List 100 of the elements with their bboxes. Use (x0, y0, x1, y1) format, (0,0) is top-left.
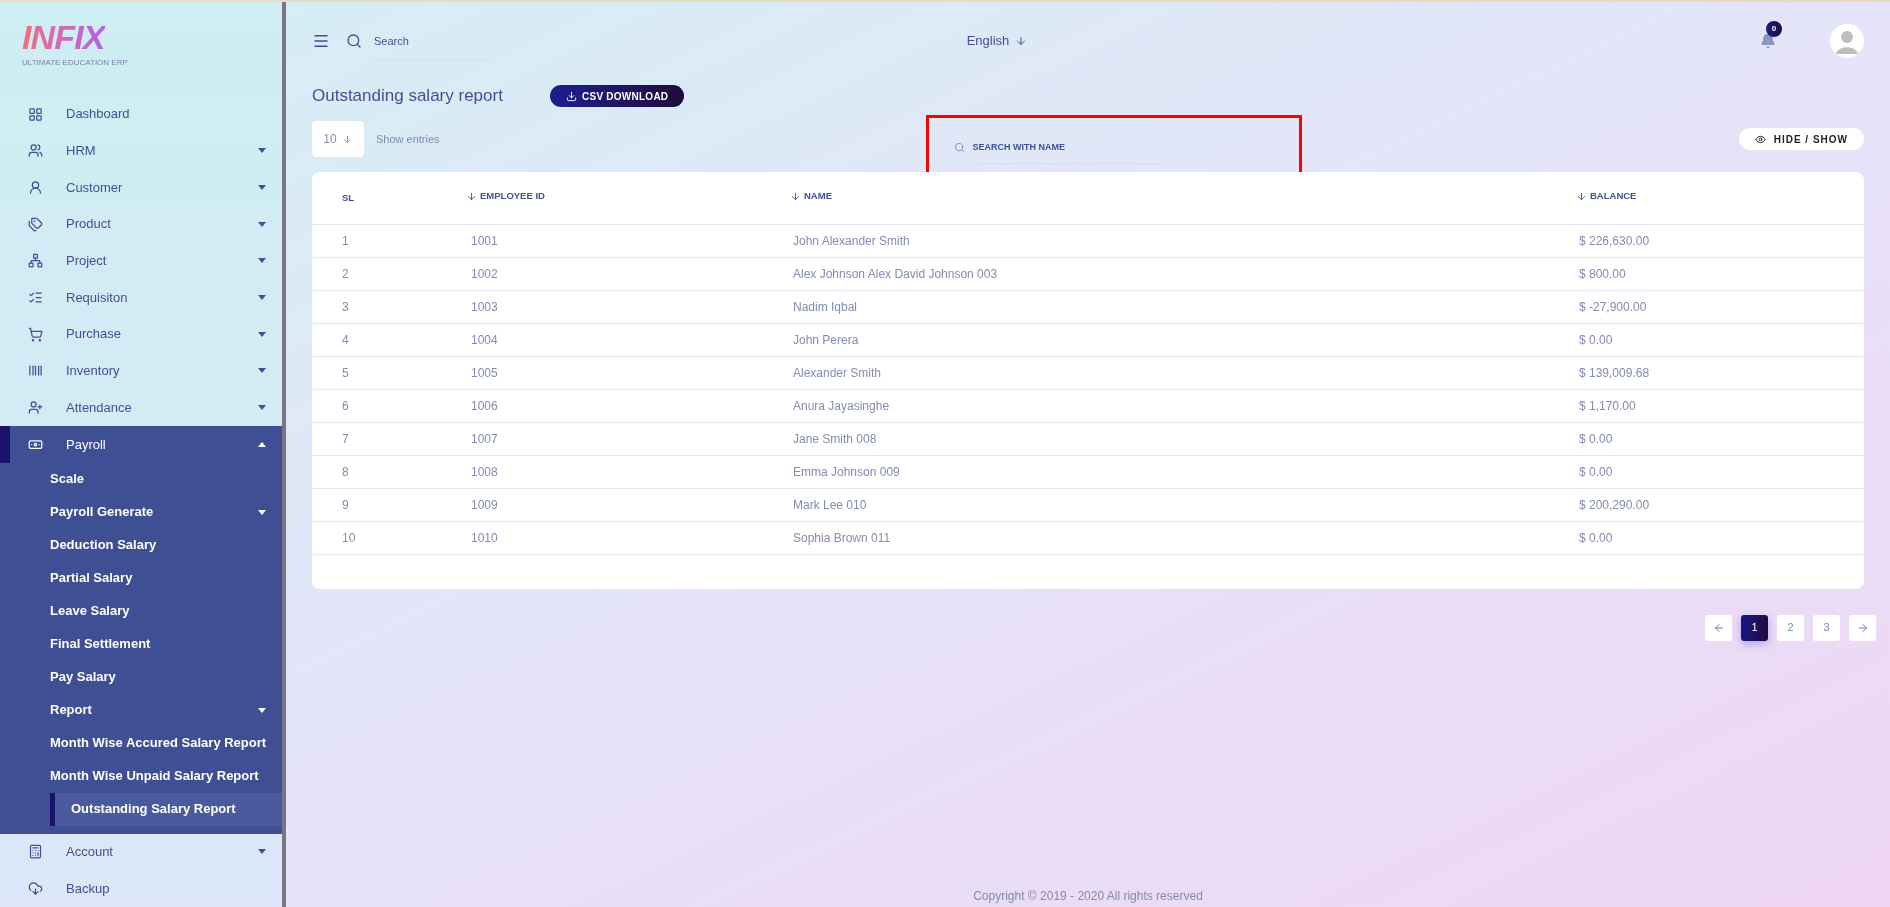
name-search-field[interactable]: SEARCH WITH NAME (972, 130, 1163, 164)
column-header[interactable]: EMPLOYEE ID (466, 189, 545, 204)
table-cell: 2 (342, 266, 349, 281)
sidebar-item[interactable]: Customer (0, 169, 282, 206)
table-cell: Alex Johnson Alex David Johnson 003 (793, 266, 998, 281)
sidebar-item[interactable]: Attendance (0, 389, 282, 426)
active-indicator (0, 425, 10, 463)
submenu-item[interactable]: Month Wise Accured Salary Report (50, 726, 266, 760)
tag-icon (28, 216, 43, 232)
submenu-item[interactable]: Leave Salary (50, 594, 266, 628)
users-icon (28, 143, 43, 159)
arrow-down-icon (1015, 35, 1028, 47)
user-plus-icon (28, 400, 43, 416)
table-cell: 1008 (471, 464, 498, 479)
calculator-icon (28, 844, 43, 860)
submenu-item[interactable]: Partial Salary (50, 561, 266, 595)
arrow-down-icon (341, 133, 353, 145)
table-cell: Alexander Smith (793, 365, 882, 380)
sort-arrow-icon (466, 190, 477, 202)
table-cell: 4 (342, 332, 349, 347)
page-title: Outstanding salary report (312, 85, 504, 108)
copyright-text: Copyright © 2019 - 2020 All rights reserved (972, 888, 1204, 905)
table-cell: 1001 (471, 233, 498, 248)
entries-label: Show entries (376, 131, 440, 147)
menu-icon[interactable] (312, 32, 330, 50)
submenu-item[interactable]: Month Wise Unpaid Salary Report (50, 759, 266, 793)
table-cell: 1007 (471, 431, 498, 446)
submenu-item[interactable]: Deduction Salary (50, 528, 266, 562)
search-field[interactable]: Search (374, 21, 494, 61)
sidebar-item[interactable]: Account (0, 833, 282, 871)
sidebar-item[interactable]: Purchase (0, 315, 282, 353)
table-cell: Jane Smith 008 (793, 431, 877, 446)
table-cell: 1004 (471, 332, 498, 347)
arrow-right-icon (1856, 621, 1869, 634)
column-header[interactable]: BALANCE (1576, 189, 1637, 204)
sidebar-item[interactable]: HRM (0, 132, 282, 170)
table-cell: 1003 (471, 299, 498, 314)
table-cell: $ 200,290.00 (1579, 497, 1650, 512)
table-cell: 1006 (471, 398, 498, 413)
table-cell: Sophia Brown 011 (793, 530, 891, 545)
submenu-item[interactable]: Payroll Generate (50, 495, 266, 529)
network-icon (28, 253, 43, 269)
submenu-item[interactable]: Report (50, 693, 266, 727)
table-cell: 8 (342, 464, 349, 479)
table-cell: 1002 (471, 266, 498, 281)
table-cell: 1009 (471, 497, 498, 512)
person-icon (28, 179, 43, 195)
table-cell: 5 (342, 365, 349, 380)
arrow-left-icon (1712, 621, 1725, 634)
table-cell: $ 1,170.00 (1579, 398, 1636, 413)
cloud-download-icon (28, 881, 43, 897)
table-cell: 10 (342, 530, 356, 545)
table-cell: $ 226,630.00 (1579, 233, 1650, 248)
hide-show-button[interactable]: HIDE / SHOW (1738, 128, 1864, 150)
table-cell: Anura Jayasinghe (793, 398, 890, 413)
sidebar-item[interactable]: Project (0, 242, 282, 280)
table-cell: 1005 (471, 365, 498, 380)
logo-tagline: ULTIMATE EDUCATION ERP (22, 57, 129, 69)
table-cell: John Perera (793, 332, 859, 347)
previous-page-button[interactable] (1705, 614, 1732, 641)
table-cell: Emma Johnson 009 (793, 464, 900, 479)
csv-download-button[interactable]: CSV DOWNLOAD (550, 85, 685, 107)
table-cell: $ 0.00 (1579, 530, 1613, 545)
table-cell: $ 0.00 (1579, 464, 1613, 479)
search-icon (346, 33, 362, 49)
submenu-item[interactable]: Outstanding Salary Report (50, 792, 282, 826)
table-cell: $ 139,009.68 (1579, 365, 1650, 380)
sidebar-item[interactable]: Backup (0, 870, 282, 907)
page-button[interactable]: 1 (1741, 614, 1768, 641)
submenu-item[interactable]: Final Settlement (50, 627, 266, 661)
download-icon (566, 90, 577, 102)
table-cell: $ 0.00 (1579, 431, 1613, 446)
notification-badge: 0 (1766, 21, 1782, 37)
table-cell: 1010 (471, 530, 498, 545)
table-cell: 7 (342, 431, 349, 446)
submenu-item[interactable]: Scale (50, 462, 266, 496)
column-header: SL (342, 190, 355, 205)
page-button[interactable]: 2 (1777, 614, 1804, 641)
sidebar-item[interactable]: Requisiton (0, 279, 282, 316)
sidebar-item[interactable]: Dashboard (0, 95, 282, 133)
sidebar-item[interactable]: Payroll (0, 425, 282, 463)
column-header[interactable]: NAME (790, 189, 832, 204)
table-cell: Mark Lee 010 (793, 497, 867, 512)
table-cell: $ 800.00 (1579, 266, 1626, 281)
grid-icon (28, 106, 43, 122)
entries-select[interactable]: 10 (312, 121, 364, 157)
sort-arrow-icon (1576, 190, 1587, 202)
next-page-button[interactable] (1849, 614, 1876, 641)
table-cell: John Alexander Smith (793, 233, 910, 248)
table-cell: 1 (342, 233, 349, 248)
language-selector[interactable]: English (946, 17, 1048, 65)
sidebar-item[interactable]: Inventory (0, 352, 282, 390)
page-button[interactable]: 3 (1813, 614, 1840, 641)
table-cell: Nadim Iqbal (793, 299, 858, 314)
avatar[interactable] (1830, 24, 1864, 58)
table-cell: 6 (342, 398, 349, 413)
submenu-item[interactable]: Pay Salary (50, 660, 266, 694)
barcode-icon (28, 363, 43, 379)
sidebar-item[interactable]: Product (0, 205, 282, 243)
bell-icon[interactable] (1760, 33, 1776, 49)
